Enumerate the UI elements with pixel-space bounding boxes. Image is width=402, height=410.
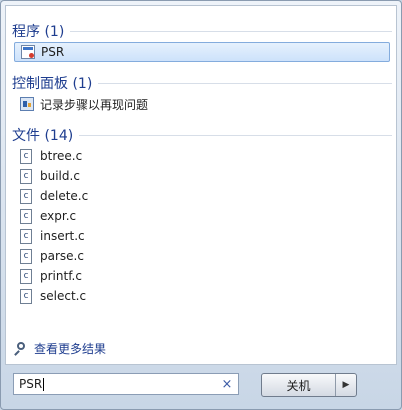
group-divider [70, 30, 392, 32]
c-file-icon: c [20, 228, 32, 244]
search-results-pane: 程序 (1) PSR 控制面板 (1) 记录步骤以再现问题 文件 (14) c … [5, 5, 397, 365]
file-item-label: build.c [40, 169, 80, 183]
shutdown-button-group: 关机 ▶ [261, 373, 357, 397]
magnifier-icon [14, 341, 28, 356]
file-item-label: printf.c [40, 269, 82, 283]
see-more-label: 查看更多结果 [34, 342, 107, 356]
shutdown-button[interactable]: 关机 [262, 374, 335, 396]
control-panel-icon [20, 97, 34, 111]
group-header-label: 程序 (1) [12, 24, 65, 40]
group-divider [98, 82, 392, 84]
result-item-label: 记录步骤以再现问题 [40, 97, 149, 112]
file-item-select[interactable]: c select.c [14, 286, 390, 306]
shutdown-label: 关机 [286, 378, 311, 393]
group-header-programs[interactable]: 程序 (1) [6, 20, 398, 42]
file-item-delete[interactable]: c delete.c [14, 186, 390, 206]
file-item-label: select.c [40, 289, 87, 303]
file-item-label: expr.c [40, 209, 77, 223]
file-item-label: btree.c [40, 149, 83, 163]
group-programs: 程序 (1) PSR [6, 20, 398, 62]
file-item-label: delete.c [40, 189, 89, 203]
file-item-build[interactable]: c build.c [14, 166, 390, 186]
file-item-btree[interactable]: c btree.c [14, 146, 390, 166]
result-item-psr[interactable]: PSR [14, 42, 390, 62]
group-files: 文件 (14) c btree.c c build.c c delete.c c… [6, 124, 398, 306]
start-menu: 程序 (1) PSR 控制面板 (1) 记录步骤以再现问题 文件 (14) c … [0, 0, 402, 410]
file-item-printf[interactable]: c printf.c [14, 266, 390, 286]
app-window-icon [21, 45, 35, 59]
text-caret [43, 378, 45, 391]
group-header-files[interactable]: 文件 (14) [6, 124, 398, 146]
c-file-icon: c [20, 148, 32, 164]
see-more-results-link[interactable]: 查看更多结果 [14, 340, 106, 357]
c-file-icon: c [20, 288, 32, 304]
c-file-icon: c [20, 188, 32, 204]
group-header-label: 文件 (14) [12, 128, 74, 144]
file-item-label: parse.c [40, 249, 84, 263]
file-item-label: insert.c [40, 229, 85, 243]
search-input-text[interactable]: PSR [19, 377, 220, 391]
result-item-record-steps[interactable]: 记录步骤以再现问题 [14, 94, 390, 114]
search-input[interactable]: PSR × [13, 373, 239, 395]
group-header-label: 控制面板 (1) [12, 76, 93, 92]
c-file-icon: c [20, 168, 32, 184]
c-file-icon: c [20, 208, 32, 224]
search-value: PSR [19, 377, 43, 391]
file-item-expr[interactable]: c expr.c [14, 206, 390, 226]
group-control-panel: 控制面板 (1) 记录步骤以再现问题 [6, 72, 398, 114]
result-item-label: PSR [41, 45, 65, 59]
clear-search-icon[interactable]: × [220, 377, 234, 392]
file-item-parse[interactable]: c parse.c [14, 246, 390, 266]
c-file-icon: c [20, 268, 32, 284]
group-divider [79, 134, 392, 136]
c-file-icon: c [20, 248, 32, 264]
group-header-control-panel[interactable]: 控制面板 (1) [6, 72, 398, 94]
shutdown-options-arrow-icon[interactable]: ▶ [335, 374, 356, 396]
file-item-insert[interactable]: c insert.c [14, 226, 390, 246]
